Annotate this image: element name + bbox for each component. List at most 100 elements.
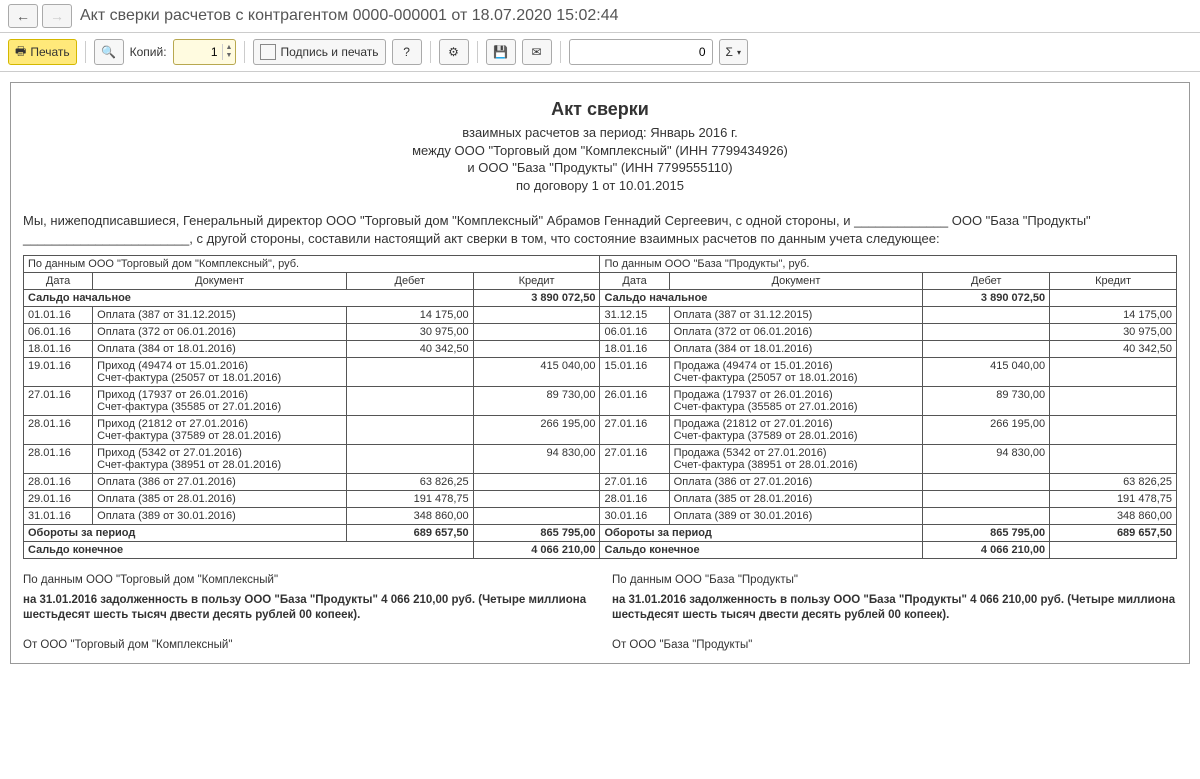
forward-button[interactable]: →: [42, 4, 72, 28]
number-field[interactable]: [569, 39, 713, 65]
col-credit-r: Кредит: [1050, 273, 1177, 290]
preview-button[interactable]: 🔍: [94, 39, 124, 65]
table-cell: Оплата (386 от 27.01.2016): [93, 474, 347, 491]
copies-spinner[interactable]: ▲ ▼: [173, 39, 237, 65]
table-row: 01.01.16Оплата (387 от 31.12.2015)14 175…: [24, 307, 1177, 324]
sign-stamp-label: Подпись и печать: [280, 45, 378, 59]
table-row: 29.01.16Оплата (385 от 28.01.2016)191 47…: [24, 491, 1177, 508]
table-cell: [1050, 416, 1177, 445]
arrow-right-icon: →: [50, 8, 64, 24]
table-cell: [923, 324, 1050, 341]
table-row: 28.01.16Приход (21812 от 27.01.2016) Сче…: [24, 416, 1177, 445]
doc-title: Акт сверки: [23, 99, 1177, 120]
table-cell: 06.01.16: [24, 324, 93, 341]
table-cell: 14 175,00: [346, 307, 473, 324]
table-cell: [1050, 358, 1177, 387]
table-cell: Приход (21812 от 27.01.2016) Счет-фактур…: [93, 416, 347, 445]
turnover-label-r: Обороты за период: [600, 525, 923, 542]
turnover-right-deb: 865 795,00: [923, 525, 1050, 542]
table-cell: 94 830,00: [923, 445, 1050, 474]
floppy-icon: 💾: [493, 45, 508, 59]
table-cell: [473, 307, 600, 324]
print-button[interactable]: 🖶 Печать: [8, 39, 77, 65]
turnover-right-cred: 689 657,50: [1050, 525, 1177, 542]
doc-sub2: между ООО "Торговый дом "Комплексный" (И…: [23, 142, 1177, 160]
table-cell: 28.01.16: [24, 445, 93, 474]
table-cell: 31.12.15: [600, 307, 669, 324]
opening-label-l: Сальдо начальное: [24, 290, 474, 307]
table-cell: [346, 387, 473, 416]
table-cell: [346, 358, 473, 387]
table-cell: 26.01.16: [600, 387, 669, 416]
table-cell: Приход (49474 от 15.01.2016) Счет-фактур…: [93, 358, 347, 387]
copies-down[interactable]: ▼: [223, 52, 236, 60]
table-row: 28.01.16Приход (5342 от 27.01.2016) Счет…: [24, 445, 1177, 474]
envelope-icon: ✉: [532, 45, 542, 59]
table-cell: 63 826,25: [346, 474, 473, 491]
table-cell: 415 040,00: [473, 358, 600, 387]
table-row: 19.01.16Приход (49474 от 15.01.2016) Сче…: [24, 358, 1177, 387]
table-cell: 18.01.16: [600, 341, 669, 358]
table-cell: [346, 416, 473, 445]
col-credit-l: Кредит: [473, 273, 600, 290]
back-button[interactable]: ←: [8, 4, 38, 28]
printer-icon: 🖶: [15, 42, 26, 63]
table-cell: 191 478,75: [1050, 491, 1177, 508]
col-date-l: Дата: [24, 273, 93, 290]
table-cell: 89 730,00: [473, 387, 600, 416]
opening-right: 3 890 072,50: [923, 290, 1050, 307]
table-cell: 14 175,00: [1050, 307, 1177, 324]
turnover-label-l: Обороты за период: [24, 525, 347, 542]
table-cell: [923, 307, 1050, 324]
table-cell: Приход (5342 от 27.01.2016) Счет-фактура…: [93, 445, 347, 474]
table-cell: [473, 324, 600, 341]
table-cell: 40 342,50: [346, 341, 473, 358]
separator: [477, 41, 478, 63]
table-row: 28.01.16Оплата (386 от 27.01.2016)63 826…: [24, 474, 1177, 491]
table-cell: Приход (17937 от 26.01.2016) Счет-фактур…: [93, 387, 347, 416]
table-cell: 01.01.16: [24, 307, 93, 324]
copies-label: Копий:: [130, 45, 167, 59]
table-cell: Оплата (385 от 28.01.2016): [669, 491, 923, 508]
gear-icon: ⚙: [448, 45, 459, 59]
copies-up[interactable]: ▲: [223, 44, 236, 52]
col-date-r: Дата: [600, 273, 669, 290]
table-cell: 415 040,00: [923, 358, 1050, 387]
table-cell: 31.01.16: [24, 508, 93, 525]
email-button[interactable]: ✉: [522, 39, 552, 65]
table-cell: 266 195,00: [923, 416, 1050, 445]
right-header: По данным ООО "База "Продукты", руб.: [600, 256, 1177, 273]
table-cell: Оплата (372 от 06.01.2016): [669, 324, 923, 341]
closing-left: 4 066 210,00: [473, 542, 600, 559]
help-button[interactable]: ?: [392, 39, 422, 65]
table-cell: [1050, 445, 1177, 474]
table-cell: Продажа (21812 от 27.01.2016) Счет-факту…: [669, 416, 923, 445]
table-cell: 40 342,50: [1050, 341, 1177, 358]
footer-left-from: От ООО "Торговый дом "Комплексный": [23, 638, 588, 654]
print-button-label: Печать: [30, 45, 69, 59]
sigma-button[interactable]: Σ ▾: [719, 39, 748, 65]
opening-left: 3 890 072,50: [473, 290, 600, 307]
col-debit-l: Дебет: [346, 273, 473, 290]
document-body: Акт сверки взаимных расчетов за период: …: [10, 82, 1190, 664]
chevron-down-icon: ▾: [737, 48, 741, 57]
copies-input[interactable]: [174, 45, 222, 59]
table-cell: Оплата (386 от 27.01.2016): [669, 474, 923, 491]
separator: [244, 41, 245, 63]
save-button[interactable]: 💾: [486, 39, 516, 65]
doc-sub4: по договору 1 от 10.01.2015: [23, 177, 1177, 195]
closing-right: 4 066 210,00: [923, 542, 1050, 559]
col-doc-l: Документ: [93, 273, 347, 290]
table-cell: 27.01.16: [24, 387, 93, 416]
table-cell: [923, 491, 1050, 508]
table-cell: [473, 474, 600, 491]
reconciliation-table: По данным ООО "Торговый дом "Комплексный…: [23, 255, 1177, 559]
sign-checkbox[interactable]: [260, 44, 276, 60]
settings-button[interactable]: ⚙: [439, 39, 469, 65]
table-cell: 19.01.16: [24, 358, 93, 387]
table-cell: Оплата (389 от 30.01.2016): [669, 508, 923, 525]
doc-sub1: взаимных расчетов за период: Январь 2016…: [23, 124, 1177, 142]
sign-stamp-button[interactable]: Подпись и печать: [253, 39, 385, 65]
question-icon: ?: [403, 45, 410, 59]
table-cell: 63 826,25: [1050, 474, 1177, 491]
